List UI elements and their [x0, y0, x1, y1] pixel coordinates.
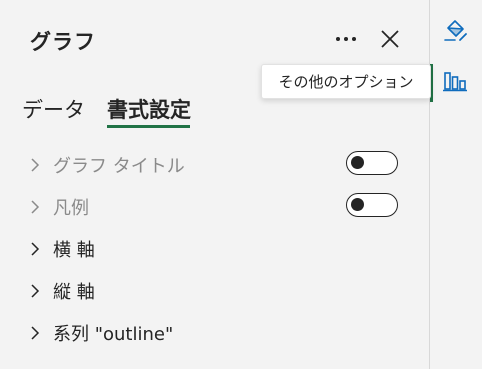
section-chart-title[interactable]: グラフ タイトル	[28, 150, 408, 180]
more-dots-icon	[344, 37, 348, 41]
more-dots-icon	[352, 37, 356, 41]
tab-selected-indicator	[107, 125, 190, 128]
section-label: グラフ タイトル	[53, 156, 185, 177]
tab-format[interactable]: 書式設定	[107, 94, 191, 124]
chart-title-toggle[interactable]	[346, 151, 398, 175]
pane-title: グラフ	[30, 30, 96, 54]
section-vertical-axis[interactable]: 縦 軸	[28, 276, 408, 306]
section-horizontal-axis[interactable]: 横 軸	[28, 234, 408, 264]
toggle-knob	[351, 156, 364, 169]
close-button[interactable]	[376, 26, 404, 54]
section-label: 縦 軸	[53, 282, 95, 303]
more-options-button[interactable]	[330, 26, 362, 52]
section-label: 横 軸	[53, 240, 95, 261]
bar-chart-icon	[443, 72, 467, 92]
section-label: 系列 "outline"	[53, 324, 174, 345]
chevron-right-icon	[31, 242, 40, 256]
chevron-right-icon	[31, 158, 40, 172]
chart-format-pane: グラフ データ 書式設定 グラフ タイトル 凡例 横 軸 縦 軸 系列 "out…	[0, 0, 429, 369]
format-paint-icon[interactable]	[442, 18, 468, 44]
toggle-knob	[351, 198, 364, 211]
section-label: 凡例	[53, 198, 89, 219]
side-rail	[430, 0, 482, 369]
more-options-tooltip: その他のオプション	[261, 64, 431, 99]
paint-bucket-icon	[444, 20, 467, 41]
chart-pane-window: グラフ データ 書式設定 グラフ タイトル 凡例 横 軸 縦 軸 系列 "out…	[0, 0, 482, 369]
chart-icon[interactable]	[442, 68, 468, 94]
section-legend[interactable]: 凡例	[28, 192, 408, 222]
legend-toggle[interactable]	[346, 193, 398, 217]
more-dots-icon	[336, 37, 340, 41]
chevron-right-icon	[31, 326, 40, 340]
tab-data[interactable]: データ	[22, 94, 85, 124]
chevron-right-icon	[31, 200, 40, 214]
chevron-right-icon	[31, 284, 40, 298]
section-series-outline[interactable]: 系列 "outline"	[28, 318, 408, 348]
close-icon	[381, 30, 399, 48]
